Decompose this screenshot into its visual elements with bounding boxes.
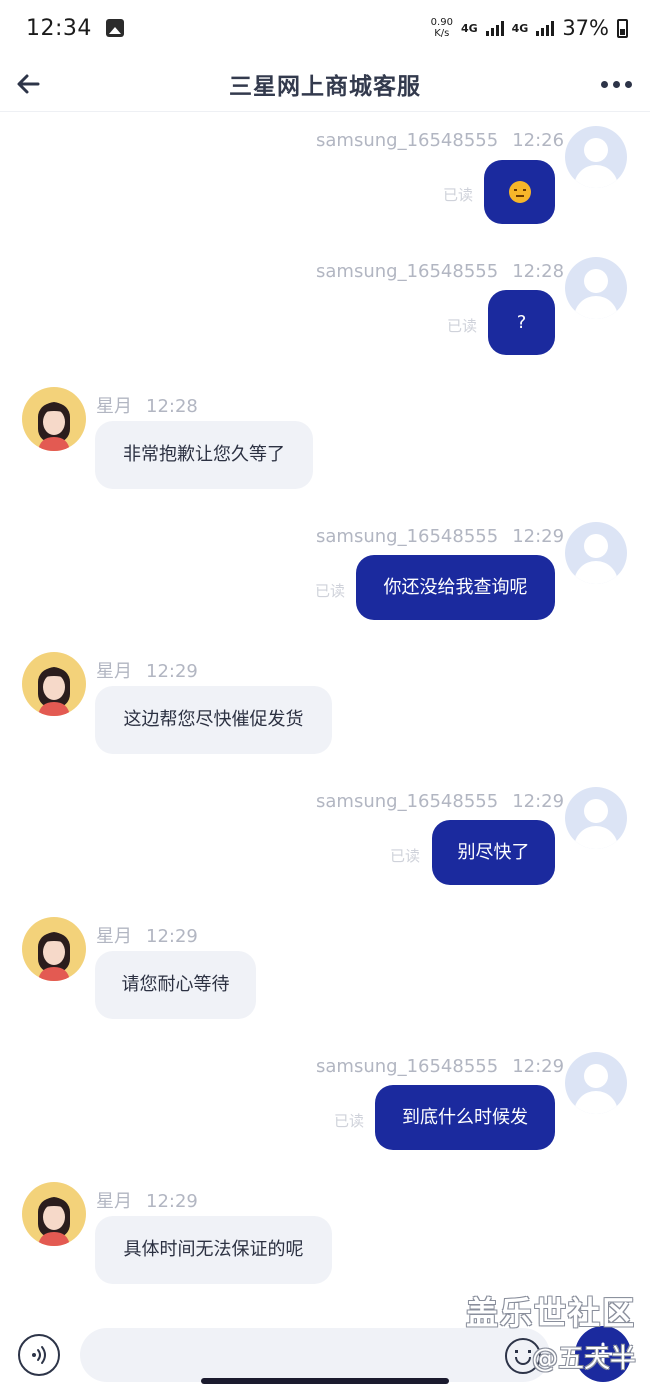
battery-icon: [617, 18, 628, 38]
sender-name: samsung_16548555: [316, 791, 499, 812]
sender-name: 星月: [96, 1191, 132, 1212]
user-avatar[interactable]: [565, 787, 627, 849]
message-bubble[interactable]: 你还没给我查询呢: [356, 555, 555, 620]
message-bubble[interactable]: 请您耐心等待: [95, 951, 256, 1019]
page-title: 三星网上商城客服: [229, 73, 421, 100]
user-avatar[interactable]: [565, 522, 627, 584]
message-bubble[interactable]: 这边帮您尽快催促发货: [95, 686, 332, 754]
status-time: 12:34: [26, 15, 92, 41]
message-time: 12:29: [146, 1191, 198, 1212]
signal-icon-2: [536, 20, 555, 36]
plus-button[interactable]: [575, 1326, 631, 1382]
status-bar: 12:34 0.90 K/s 4G 4G 37%: [0, 0, 650, 56]
agent-avatar[interactable]: [22, 652, 86, 716]
message-meta: samsung_16548555 12:29: [316, 526, 564, 547]
more-dots-icon: [600, 80, 608, 88]
message-meta: 星月 12:29: [96, 657, 198, 683]
message-meta: samsung_16548555 12:29: [316, 1056, 564, 1077]
message-time: 12:28: [512, 261, 565, 282]
sender-name: 星月: [96, 396, 132, 417]
message-time: 12:29: [512, 526, 565, 547]
voice-icon: [32, 1346, 46, 1364]
message-meta: 星月 12:29: [96, 1187, 198, 1213]
message-time: 12:28: [146, 396, 198, 417]
agent-avatar-icon: [38, 402, 70, 451]
message-bubble[interactable]: 非常抱歉让您久等了: [95, 421, 313, 489]
message-meta: samsung_16548555 12:28: [316, 261, 564, 282]
voice-button[interactable]: [18, 1334, 60, 1376]
message-time: 12:29: [146, 661, 198, 682]
sender-name: samsung_16548555: [316, 1056, 499, 1077]
emoji-icon[interactable]: [505, 1338, 541, 1374]
read-status: 已读: [315, 582, 346, 600]
message-time: 12:29: [512, 791, 565, 812]
battery-percent: 37%: [562, 16, 609, 40]
plus-icon: [591, 1342, 615, 1366]
agent-avatar-icon: [38, 667, 70, 716]
back-button[interactable]: [12, 64, 52, 104]
read-status: 已读: [334, 1112, 365, 1130]
message-meta: samsung_16548555 12:29: [316, 791, 564, 812]
unamused-face-icon: [508, 181, 531, 203]
arrow-left-icon: [17, 74, 40, 94]
agent-avatar-icon: [38, 1197, 70, 1246]
read-status: 已读: [443, 186, 474, 204]
user-avatar[interactable]: [565, 1052, 627, 1114]
sender-name: samsung_16548555: [316, 130, 499, 151]
message-bubble[interactable]: 别尽快了: [432, 820, 555, 885]
message-bubble[interactable]: [484, 160, 555, 224]
signal-icon: [485, 20, 504, 36]
home-indicator[interactable]: [201, 1378, 449, 1384]
sender-name: samsung_16548555: [316, 526, 499, 547]
gallery-icon: [105, 19, 124, 37]
status-indicators: 0.90 K/s 4G 4G 37%: [431, 16, 628, 40]
more-button[interactable]: [596, 66, 636, 102]
message-input[interactable]: [80, 1328, 550, 1382]
message-bubble[interactable]: 具体时间无法保证的呢: [95, 1216, 332, 1284]
signal-type-2: 4G: [511, 21, 529, 35]
sender-name: samsung_16548555: [316, 261, 499, 282]
message-meta: 星月 12:29: [96, 922, 198, 948]
agent-avatar-icon: [38, 932, 70, 981]
message-bubble[interactable]: 到底什么时候发: [375, 1085, 555, 1150]
agent-avatar[interactable]: [22, 1182, 86, 1246]
message-time: 12:29: [146, 926, 198, 947]
agent-avatar[interactable]: [22, 917, 86, 981]
signal-type-1: 4G: [460, 21, 478, 35]
message-meta: samsung_16548555 12:26: [316, 130, 564, 151]
agent-avatar[interactable]: [22, 387, 86, 451]
sender-name: 星月: [96, 661, 132, 682]
message-time: 12:29: [512, 1056, 565, 1077]
message-meta: 星月 12:28: [96, 392, 198, 418]
user-avatar[interactable]: [565, 257, 627, 319]
message-time: 12:26: [512, 130, 565, 151]
network-speed: 0.90 K/s: [430, 17, 453, 39]
sender-name: 星月: [96, 926, 132, 947]
read-status: 已读: [390, 847, 421, 865]
message-bubble[interactable]: ?: [488, 290, 555, 355]
nav-bar: 三星网上商城客服: [0, 56, 650, 112]
user-avatar[interactable]: [565, 126, 627, 188]
read-status: 已读: [447, 317, 478, 335]
